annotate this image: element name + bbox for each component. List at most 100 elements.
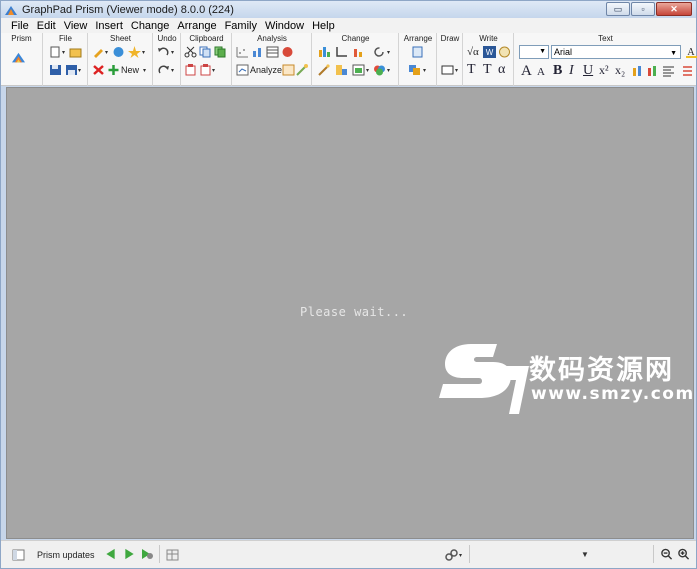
menu-edit[interactable]: Edit (33, 20, 60, 32)
paste-icon[interactable] (184, 64, 197, 76)
italic-button[interactable]: I (569, 63, 574, 79)
change-format-icon[interactable] (352, 64, 365, 76)
group-label-change: Change (341, 34, 370, 43)
equation-button[interactable]: √α (467, 46, 479, 58)
analyze-button[interactable]: Analyze (250, 65, 282, 75)
undo-icon[interactable] (157, 46, 170, 58)
new-sheet-dropdown-icon[interactable]: ▾ (143, 67, 146, 74)
word-object-icon[interactable]: W (483, 46, 496, 58)
new-file-dropdown-icon[interactable]: ▾ (62, 49, 65, 56)
draw-shape-dropdown-icon[interactable]: ▾ (455, 67, 458, 74)
sheet-globe-icon[interactable] (112, 46, 125, 58)
superscript-button[interactable]: x² (599, 63, 609, 78)
previous-sheet-icon[interactable] (104, 548, 117, 561)
new-sheet-plus-icon[interactable] (107, 64, 120, 76)
arrange-layer-icon[interactable] (408, 64, 421, 76)
sheet-magic-dropdown-icon[interactable]: ▾ (142, 49, 145, 56)
save-icon[interactable] (49, 64, 62, 76)
change-color-scheme-icon[interactable] (373, 64, 386, 76)
change-graph-type-icon[interactable] (318, 46, 331, 58)
cut-icon[interactable] (184, 46, 197, 58)
font-size-select[interactable]: ▼ (519, 45, 549, 59)
next-sheet-icon[interactable] (123, 548, 136, 561)
group-label-clipboard: Clipboard (189, 34, 224, 43)
text-t2-button[interactable]: T (483, 62, 492, 78)
open-file-icon[interactable] (69, 46, 82, 58)
delete-sheet-icon[interactable] (92, 64, 105, 76)
save-dropdown-icon[interactable]: ▾ (78, 67, 81, 74)
analysis-list-icon[interactable] (282, 64, 295, 76)
menu-insert[interactable]: Insert (91, 20, 127, 32)
prism-home-icon[interactable] (12, 51, 34, 69)
underline-button[interactable]: U (583, 63, 593, 79)
panel-toggle-icon[interactable] (12, 549, 25, 561)
draw-rectangle-icon[interactable] (441, 64, 454, 76)
change-layout-icon[interactable] (335, 64, 348, 76)
link-dropdown-icon[interactable]: ▾ (459, 552, 462, 559)
font-size-dropdown-icon: ▼ (539, 48, 546, 55)
grow-font-button[interactable]: A (521, 63, 532, 80)
link-icon[interactable] (445, 549, 458, 561)
change-rotate-dropdown-icon[interactable]: ▾ (387, 49, 390, 56)
font-color-icon[interactable]: A (685, 46, 697, 58)
maximize-button[interactable]: ▫ (631, 2, 655, 16)
arrange-align-icon[interactable] (411, 46, 424, 58)
menu-window[interactable]: Window (261, 20, 308, 32)
copy-special-icon[interactable] (214, 46, 227, 58)
menu-file[interactable]: File (7, 20, 33, 32)
menu-view[interactable]: View (60, 20, 92, 32)
zoom-dropdown-icon[interactable]: ▼ (581, 550, 589, 559)
menu-help[interactable]: Help (308, 20, 339, 32)
analysis-bar-icon[interactable] (251, 46, 264, 58)
zoom-out-icon[interactable] (660, 548, 673, 561)
gallery-view-icon[interactable] (166, 549, 179, 561)
undo-dropdown-icon[interactable]: ▾ (171, 49, 174, 56)
new-file-icon[interactable] (49, 46, 62, 58)
shrink-font-button[interactable]: A (537, 66, 545, 78)
zoom-in-icon[interactable] (677, 548, 690, 561)
text-more-icon[interactable] (681, 65, 694, 77)
sheet-magic-icon[interactable] (128, 46, 141, 58)
change-magic-wand-icon[interactable] (318, 64, 331, 76)
group-label-arrange: Arrange (403, 34, 433, 43)
subscript-button[interactable]: x₂ (615, 63, 625, 78)
analyze-icon[interactable] (236, 64, 249, 76)
navigator-icon[interactable] (141, 548, 154, 560)
loading-message: Please wait... (300, 305, 409, 319)
paste-dropdown-icon[interactable]: ▾ (212, 67, 215, 74)
new-sheet-button[interactable]: New (121, 65, 139, 75)
menu-family[interactable]: Family (221, 20, 261, 32)
change-axes-icon[interactable] (335, 46, 348, 58)
change-rotate-icon[interactable] (373, 46, 386, 58)
text-spacing-icon[interactable] (647, 65, 660, 77)
analysis-scatter-icon[interactable] (236, 46, 249, 58)
analysis-cube-icon[interactable] (281, 46, 294, 58)
edit-sheet-icon[interactable] (92, 46, 105, 58)
change-format-dropdown-icon[interactable]: ▾ (366, 67, 369, 74)
close-button[interactable]: ✕ (656, 2, 692, 16)
copy-icon[interactable] (199, 46, 212, 58)
prism-updates-link[interactable]: Prism updates (37, 550, 95, 560)
menu-arrange[interactable]: Arrange (173, 20, 220, 32)
text-case-icon[interactable] (632, 65, 645, 77)
text-t-button[interactable]: T (467, 62, 476, 78)
change-color-dropdown-icon[interactable]: ▾ (387, 67, 390, 74)
menu-change[interactable]: Change (127, 20, 174, 32)
group-label-text: Text (598, 34, 613, 43)
insert-object-icon[interactable] (498, 46, 511, 58)
paste-special-icon[interactable] (199, 64, 212, 76)
group-label-analysis: Analysis (257, 34, 287, 43)
arrange-layer-dropdown-icon[interactable]: ▾ (423, 67, 426, 74)
greek-alpha-button[interactable]: α (498, 62, 505, 78)
edit-sheet-dropdown-icon[interactable]: ▾ (105, 49, 108, 56)
change-bars-icon[interactable] (352, 46, 365, 58)
bold-button[interactable]: B (553, 63, 562, 79)
analysis-wand-icon[interactable] (296, 64, 309, 76)
minimize-button[interactable]: ▭ (606, 2, 630, 16)
align-text-icon[interactable] (662, 65, 675, 77)
redo-icon[interactable] (157, 64, 170, 76)
font-name-select[interactable]: Arial ▼ (551, 45, 681, 59)
redo-dropdown-icon[interactable]: ▾ (171, 67, 174, 74)
analysis-table-icon[interactable] (266, 46, 279, 58)
save-as-icon[interactable] (65, 64, 78, 76)
